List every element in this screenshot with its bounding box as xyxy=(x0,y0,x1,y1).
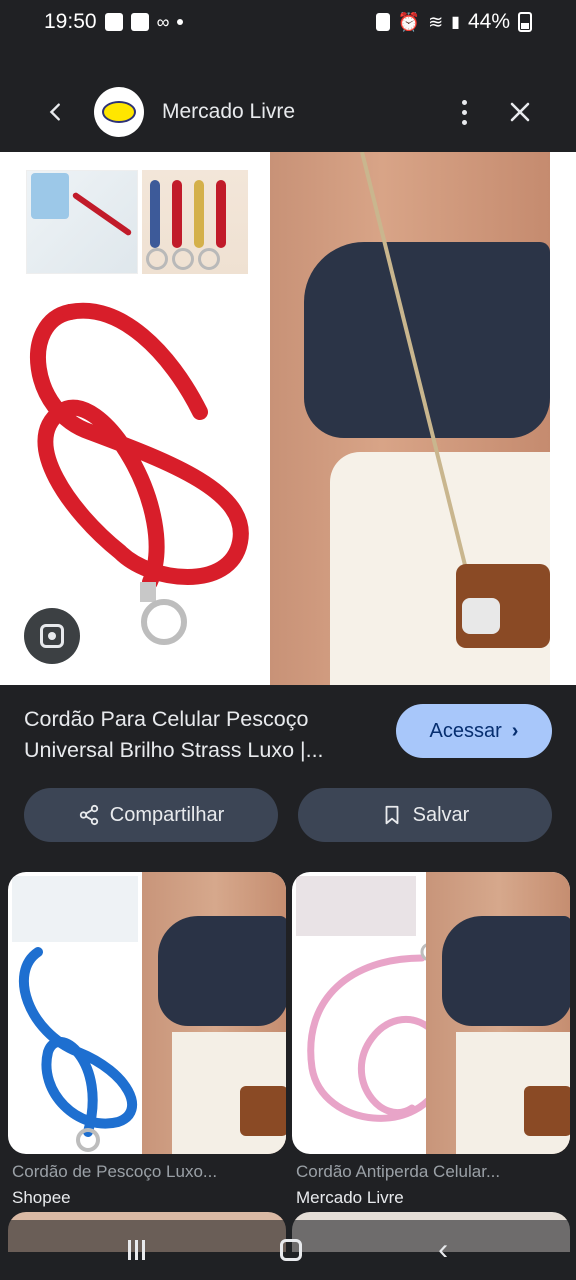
related-result-image xyxy=(8,872,286,1154)
product-image-model xyxy=(270,152,550,685)
back-button[interactable] xyxy=(24,80,88,144)
alarm-icon: ⏰ xyxy=(397,11,421,32)
lens-search-button[interactable] xyxy=(24,608,80,664)
save-label: Salvar xyxy=(412,803,470,826)
voicemail-icon: ∞ xyxy=(156,11,170,32)
related-result-card[interactable]: Cordão Antiperda Celular... Mercado Livr… xyxy=(292,872,572,1212)
chevron-left-icon xyxy=(49,103,60,121)
related-result-source: Shopee xyxy=(12,1188,71,1207)
action-buttons: Compartilhar Salvar xyxy=(24,788,552,842)
home-button[interactable] xyxy=(280,1239,303,1261)
chevron-right-icon: › xyxy=(511,719,519,742)
save-button[interactable]: Salvar xyxy=(298,788,552,842)
share-button[interactable]: Compartilhar xyxy=(24,788,278,842)
top-bar: Mercado Livre xyxy=(0,72,576,152)
result-title[interactable]: Cordão Para Celular Pescoço Universal Br… xyxy=(24,704,384,766)
related-result-title: Cordão de Pescoço Luxo... xyxy=(12,1162,218,1181)
thumbnail-strap-collection xyxy=(142,170,248,274)
notification-dot-icon xyxy=(177,19,184,25)
share-icon xyxy=(79,804,98,826)
close-button[interactable] xyxy=(488,80,552,144)
site-title: Mercado Livre xyxy=(162,100,296,123)
blue-lanyard-illustration xyxy=(18,947,138,1152)
product-image-left xyxy=(0,152,270,685)
signal-icon: ▮ xyxy=(451,14,460,31)
more-options-button[interactable] xyxy=(440,88,488,136)
phone-case xyxy=(456,564,550,648)
share-label: Compartilhar xyxy=(109,803,225,826)
clock: 19:50 xyxy=(44,10,97,33)
recent-apps-button[interactable] xyxy=(127,1240,145,1260)
close-icon xyxy=(510,102,530,122)
lens-icon xyxy=(40,624,64,648)
battery-percent: 44% xyxy=(467,10,510,33)
visit-button[interactable]: Acessar › xyxy=(396,704,552,758)
related-result-title: Cordão Antiperda Celular... xyxy=(296,1162,501,1181)
status-right: ⏰ ≋ ▮ 44% xyxy=(375,10,532,34)
result-info: Cordão Para Celular Pescoço Universal Br… xyxy=(24,700,552,770)
visit-label: Acessar xyxy=(429,719,502,742)
related-result-card[interactable]: Cordão de Pescoço Luxo... Shopee xyxy=(8,872,288,1212)
related-result-image xyxy=(292,872,570,1154)
gallery-icon xyxy=(104,13,123,31)
status-bar: 19:50 ∞ ⏰ ≋ ▮ 44% xyxy=(0,0,576,44)
wifi-icon: ≋ xyxy=(428,11,444,32)
related-result-source: Mercado Livre xyxy=(296,1188,404,1207)
site-logo xyxy=(94,87,144,137)
battery-saver-icon xyxy=(375,13,390,31)
checkbox-icon xyxy=(130,13,149,31)
status-left: 19:50 ∞ xyxy=(44,10,184,34)
battery-icon xyxy=(518,12,532,32)
thumbnail-phone-strap xyxy=(26,170,138,274)
system-nav-bar: ‹ xyxy=(0,1220,576,1280)
product-image[interactable] xyxy=(0,152,576,685)
bookmark-icon xyxy=(385,805,399,825)
back-nav-button[interactable]: ‹ xyxy=(438,1233,448,1267)
